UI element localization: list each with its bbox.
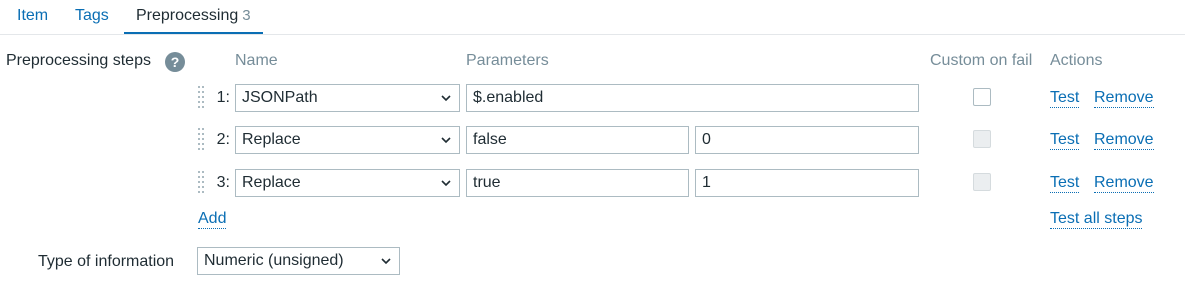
type-of-information-select[interactable]: Numeric (unsigned) xyxy=(197,247,400,275)
step-parameter-replacement-input[interactable]: 1 xyxy=(695,169,919,197)
custom-on-fail-checkbox[interactable] xyxy=(973,130,991,148)
tab-preprocessing[interactable]: Preprocessing 3 xyxy=(124,0,263,34)
test-link[interactable]: Test xyxy=(1050,174,1080,193)
step-name-select[interactable]: Replace xyxy=(235,169,460,197)
tab-tags[interactable]: Tags xyxy=(75,0,109,32)
custom-on-fail-checkbox[interactable] xyxy=(973,88,991,106)
chevron-down-icon xyxy=(441,137,451,144)
help-icon[interactable]: ? xyxy=(165,52,185,72)
step-name-value: Replace xyxy=(242,131,301,148)
add-step-link[interactable]: Add xyxy=(198,210,227,229)
step-name-value: JSONPath xyxy=(242,89,318,106)
step-parameter-pattern-input[interactable]: false xyxy=(466,126,689,154)
preprocessing-step-row: 1: JSONPath $.enabled Test Remove xyxy=(0,84,1185,112)
column-header-custom-on-fail: Custom on fail xyxy=(930,52,1033,69)
chevron-down-icon xyxy=(441,180,451,187)
remove-link[interactable]: Remove xyxy=(1094,89,1154,108)
preprocessing-step-row: 3: Replace true 1 Test Remove xyxy=(0,169,1185,197)
step-name-value: Replace xyxy=(242,174,301,191)
remove-link[interactable]: Remove xyxy=(1094,131,1154,150)
chevron-down-icon xyxy=(381,258,391,265)
drag-handle-icon[interactable] xyxy=(198,171,206,195)
drag-handle-icon[interactable] xyxy=(198,128,206,152)
step-parameter-input[interactable]: $.enabled xyxy=(466,84,919,112)
column-header-name: Name xyxy=(235,52,278,69)
step-parameter-pattern-input[interactable]: true xyxy=(466,169,689,197)
remove-link[interactable]: Remove xyxy=(1094,174,1154,193)
step-name-select[interactable]: JSONPath xyxy=(235,84,460,112)
type-of-information-label: Type of information xyxy=(38,253,175,270)
column-header-actions: Actions xyxy=(1050,52,1103,69)
step-parameter-replacement-input[interactable]: 0 xyxy=(695,126,919,154)
drag-handle-icon[interactable] xyxy=(198,86,206,110)
column-header-parameters: Parameters xyxy=(466,52,549,69)
custom-on-fail-checkbox[interactable] xyxy=(973,173,991,191)
tab-preprocessing-count: 3 xyxy=(242,7,251,24)
step-number: 2: xyxy=(216,131,230,148)
type-of-information-value: Numeric (unsigned) xyxy=(204,252,344,269)
tab-preprocessing-label: Preprocessing xyxy=(136,7,239,24)
test-link[interactable]: Test xyxy=(1050,131,1080,150)
test-link[interactable]: Test xyxy=(1050,89,1080,108)
chevron-down-icon xyxy=(441,95,451,102)
step-number: 1: xyxy=(216,89,230,106)
test-all-steps-link[interactable]: Test all steps xyxy=(1050,210,1143,229)
preprocessing-steps-label: Preprocessing steps xyxy=(6,52,151,69)
tab-item[interactable]: Item xyxy=(17,0,48,32)
step-name-select[interactable]: Replace xyxy=(235,126,460,154)
step-number: 3: xyxy=(216,174,230,191)
preprocessing-step-row: 2: Replace false 0 Test Remove xyxy=(0,126,1185,154)
